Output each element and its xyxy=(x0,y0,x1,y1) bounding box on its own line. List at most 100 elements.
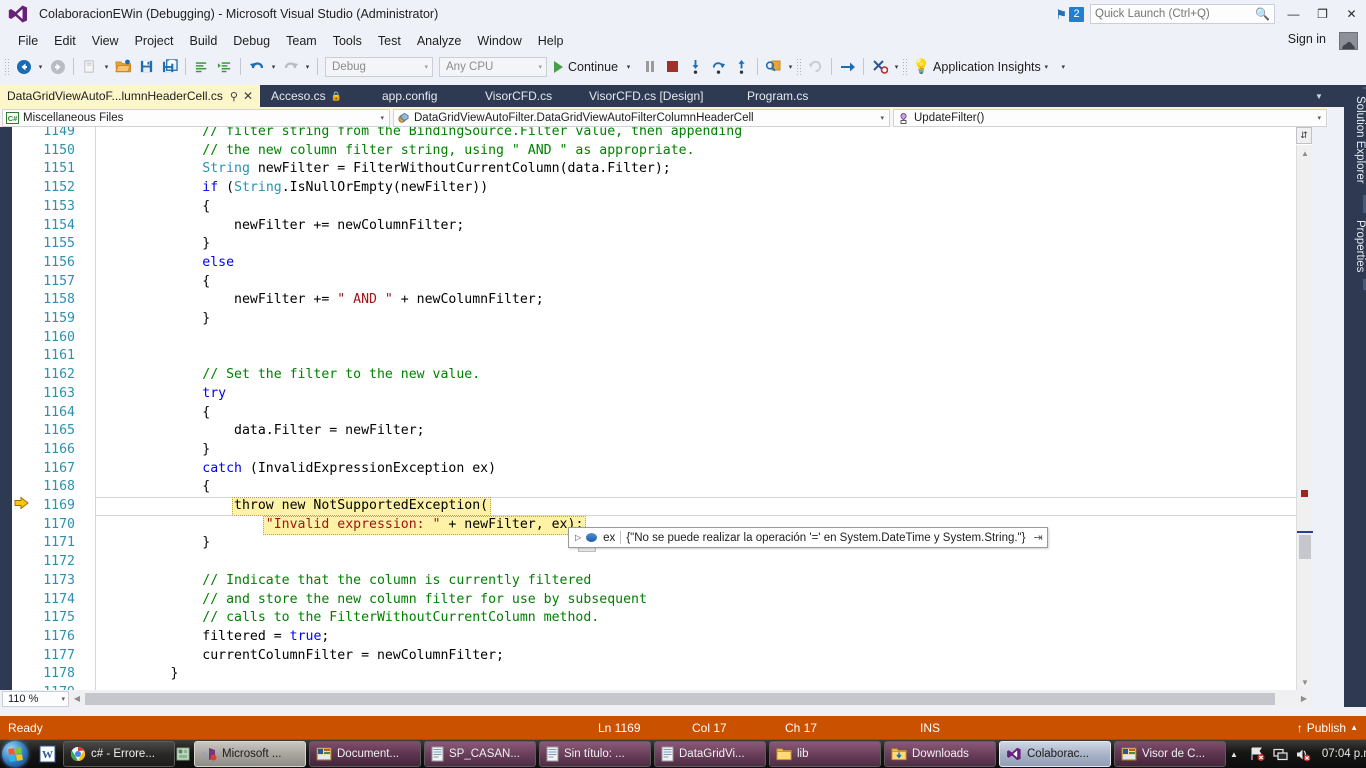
tray-overflow-icon[interactable]: ▲ xyxy=(1226,746,1242,762)
go-to-icon[interactable] xyxy=(836,55,859,78)
taskbar-item-colaboracion[interactable]: Colaborac... xyxy=(999,741,1111,767)
tab-app-config[interactable]: app.config xyxy=(375,85,444,107)
quick-launch-input[interactable] xyxy=(1095,8,1256,20)
code-line[interactable]: // Indicate that the column is currently… xyxy=(0,572,1312,591)
menu-help[interactable]: Help xyxy=(530,31,572,51)
taskbar-item-chrome[interactable]: c# - Errore... xyxy=(63,741,175,767)
taskbar-clock[interactable]: 07:04 p.m. xyxy=(1318,748,1366,760)
step-out-button[interactable] xyxy=(730,55,753,78)
menu-edit[interactable]: Edit xyxy=(46,31,84,51)
save-icon[interactable] xyxy=(135,55,158,78)
taskbar-small-icon-1[interactable] xyxy=(175,742,191,767)
code-line[interactable]: { xyxy=(0,478,1312,497)
refresh-icon[interactable] xyxy=(804,55,827,78)
solution-platform-combo[interactable]: Any CPU ▾ xyxy=(439,56,547,77)
sidebar-item-solution-explorer[interactable]: Solution Explorer xyxy=(1344,89,1366,191)
toolbar-grip-2[interactable] xyxy=(796,58,803,75)
scroll-down-icon[interactable]: ▼ xyxy=(1297,674,1313,690)
menu-view[interactable]: View xyxy=(84,31,127,51)
restore-button[interactable]: ❐ xyxy=(1308,0,1337,28)
pin-icon[interactable]: ⚲ xyxy=(230,90,238,103)
undo-dropdown-icon[interactable]: ▾ xyxy=(268,63,279,71)
comment-lines-icon[interactable] xyxy=(190,55,213,78)
code-line[interactable]: { xyxy=(0,273,1312,292)
tab-visorcfd-design[interactable]: VisorCFD.cs [Design] xyxy=(582,85,710,107)
taskbar-item-microsoft[interactable]: Microsoft ... xyxy=(194,741,306,767)
code-line[interactable]: // and store the new column filter for u… xyxy=(0,591,1312,610)
code-line[interactable]: // the new column filter string, using "… xyxy=(0,142,1312,161)
menu-build[interactable]: Build xyxy=(181,31,225,51)
code-line[interactable]: currentColumnFilter = newColumnFilter; xyxy=(0,647,1312,666)
sign-in-link[interactable]: Sign in xyxy=(1288,32,1326,46)
expand-chevron-icon[interactable]: ▷ xyxy=(575,533,581,542)
menu-test[interactable]: Test xyxy=(370,31,409,51)
taskbar-item-sin-titulo[interactable]: Sin título: ... xyxy=(539,741,651,767)
action-center-flag-icon[interactable] xyxy=(1249,746,1265,762)
menu-debug[interactable]: Debug xyxy=(225,31,278,51)
tab-program-cs[interactable]: Program.cs xyxy=(740,85,815,107)
code-editor[interactable]: 1149 // filter string from the BindingSo… xyxy=(0,127,1312,690)
avatar[interactable] xyxy=(1339,32,1358,50)
find-dropdown-icon[interactable]: ▾ xyxy=(785,63,796,71)
navigate-backward-dropdown-icon[interactable]: ▾ xyxy=(35,63,46,71)
continue-button[interactable]: Continue ▾ xyxy=(550,60,638,74)
code-line[interactable]: else xyxy=(0,254,1312,273)
uncomment-lines-icon[interactable] xyxy=(213,55,236,78)
taskbar-item-sp-casan[interactable]: SP_CASAN... xyxy=(424,741,536,767)
volume-muted-icon[interactable] xyxy=(1295,746,1311,762)
word-icon[interactable]: W xyxy=(34,742,60,767)
open-file-icon[interactable] xyxy=(112,55,135,78)
type-combo[interactable]: DataGridViewAutoFilter.DataGridViewAutoF… xyxy=(393,109,890,127)
horizontal-scrollbar-track[interactable] xyxy=(85,690,1296,707)
editor-vertical-scrollbar[interactable]: ▲ ▼ xyxy=(1296,145,1313,690)
notifications-button[interactable]: ⚑ 2 xyxy=(1055,6,1084,22)
error-list-dropdown-icon[interactable]: ▾ xyxy=(891,63,902,71)
redo-icon[interactable] xyxy=(279,55,302,78)
code-line[interactable]: // calls to the FilterWithoutCurrentColu… xyxy=(0,609,1312,628)
code-line[interactable]: throw new NotSupportedException( xyxy=(0,497,1312,516)
menu-team[interactable]: Team xyxy=(278,31,325,51)
horizontal-scrollbar-thumb[interactable] xyxy=(85,692,1275,705)
publish-button[interactable]: ↑ Publish ▲ xyxy=(1297,721,1358,735)
code-line[interactable]: filtered = true; xyxy=(0,628,1312,647)
code-line[interactable]: } xyxy=(0,441,1312,460)
taskbar-item-visor-de-c[interactable]: Visor de C... xyxy=(1114,741,1226,767)
code-line[interactable]: String newFilter = FilterWithoutCurrentC… xyxy=(0,160,1312,179)
stop-debugging-button[interactable] xyxy=(661,55,684,78)
code-line[interactable]: data.Filter = newFilter; xyxy=(0,422,1312,441)
error-list-icon[interactable] xyxy=(868,55,891,78)
debugger-datatip[interactable]: ▷ ex {"No se puede realizar la operación… xyxy=(568,527,1048,548)
toolbar-grip-3[interactable] xyxy=(902,58,909,75)
code-line[interactable]: // Set the filter to the new value. xyxy=(0,366,1312,385)
code-line[interactable]: } xyxy=(0,310,1312,329)
menu-tools[interactable]: Tools xyxy=(325,31,370,51)
editor-split-handle[interactable]: ⇵ xyxy=(1296,127,1312,144)
project-combo[interactable]: C# Miscellaneous Files ▾ xyxy=(2,109,390,127)
tab-datagridviewautofilter[interactable]: DataGridViewAutoF...lumnHeaderCell.cs ⚲ … xyxy=(0,85,260,107)
member-combo[interactable]: UpdateFilter() ▾ xyxy=(893,109,1327,127)
navigate-backward-icon[interactable] xyxy=(12,55,35,78)
menu-analyze[interactable]: Analyze xyxy=(409,31,469,51)
solution-configuration-combo[interactable]: Debug ▾ xyxy=(325,56,433,77)
taskbar-item-downloads[interactable]: Downloads xyxy=(884,741,996,767)
new-project-icon[interactable] xyxy=(78,55,101,78)
menu-file[interactable]: File xyxy=(10,31,46,51)
code-line[interactable]: if (String.IsNullOrEmpty(newFilter)) xyxy=(0,179,1312,198)
toolbar-overflow-icon[interactable]: ▾ xyxy=(1058,63,1069,71)
code-line[interactable] xyxy=(0,553,1312,572)
scroll-left-icon[interactable]: ◀ xyxy=(69,690,85,707)
code-line[interactable]: // filter string from the BindingSource.… xyxy=(0,127,1312,142)
break-all-button[interactable] xyxy=(638,55,661,78)
taskbar-item-lib[interactable]: lib xyxy=(769,741,881,767)
quick-launch-box[interactable]: 🔍 xyxy=(1090,4,1275,24)
toolbar-grip[interactable] xyxy=(4,58,10,75)
tab-acceso-cs[interactable]: Acceso.cs 🔒 xyxy=(264,85,349,107)
save-all-icon[interactable] xyxy=(158,55,181,78)
undo-icon[interactable] xyxy=(245,55,268,78)
application-insights-dropdown-icon[interactable]: ▾ xyxy=(1041,63,1052,71)
menu-project[interactable]: Project xyxy=(127,31,182,51)
taskbar-item-document[interactable]: Document... xyxy=(309,741,421,767)
code-line[interactable] xyxy=(0,347,1312,366)
scroll-right-icon[interactable]: ▶ xyxy=(1296,690,1312,707)
close-button[interactable]: ✕ xyxy=(1337,0,1366,28)
